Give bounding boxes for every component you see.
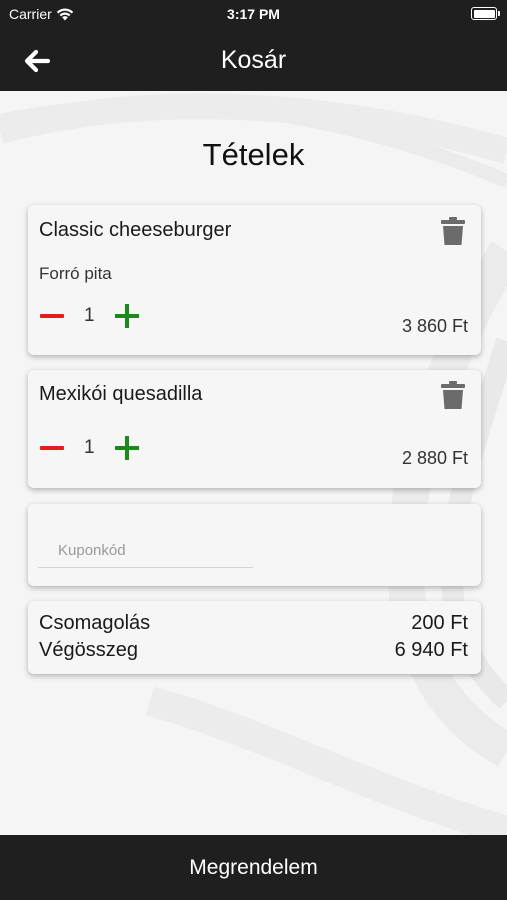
cart-item: Mexikói quesadilla 1 2 880 Ft xyxy=(28,370,481,488)
total-label: Végösszeg xyxy=(39,639,138,661)
coupon-code-input[interactable] xyxy=(38,534,253,568)
increase-quantity-button[interactable] xyxy=(114,303,140,329)
status-bar: Carrier 3:17 PM xyxy=(0,0,507,28)
quantity-stepper: 1 xyxy=(39,303,149,331)
increase-quantity-button[interactable] xyxy=(114,435,140,461)
trash-icon[interactable] xyxy=(441,381,465,409)
item-price: 2 880 Ft xyxy=(401,448,468,468)
top-bar: Carrier 3:17 PM Kosár xyxy=(0,0,507,91)
page-title: Kosár xyxy=(220,46,287,74)
item-option: Forró pita xyxy=(39,264,112,283)
summary-card: Csomagolás 200 Ft Végösszeg 6 940 Ft xyxy=(28,601,481,674)
section-title: Tételek xyxy=(202,137,305,172)
item-name: Mexikói quesadilla xyxy=(39,383,203,405)
packaging-label: Csomagolás xyxy=(39,612,151,634)
total-value: 6 940 Ft xyxy=(394,639,468,661)
coupon-card xyxy=(28,504,481,586)
cart-content: Tételek Classic cheeseburger Forró pita … xyxy=(0,91,507,835)
order-button[interactable]: Megrendelem xyxy=(0,835,507,900)
decrease-quantity-button[interactable] xyxy=(39,303,65,329)
status-time: 3:17 PM xyxy=(227,6,280,22)
trash-icon[interactable] xyxy=(441,217,465,245)
quantity-stepper: 1 xyxy=(39,435,149,463)
item-name: Classic cheeseburger xyxy=(39,219,232,241)
cart-item: Classic cheeseburger Forró pita 1 3 860 … xyxy=(28,205,481,355)
navigation-bar: Kosár xyxy=(0,28,507,91)
packaging-value: 200 Ft xyxy=(411,612,468,634)
item-quantity: 1 xyxy=(84,305,95,326)
item-quantity: 1 xyxy=(84,437,95,458)
decrease-quantity-button[interactable] xyxy=(39,435,65,461)
battery-icon xyxy=(471,7,500,20)
item-price: 3 860 Ft xyxy=(401,316,468,336)
